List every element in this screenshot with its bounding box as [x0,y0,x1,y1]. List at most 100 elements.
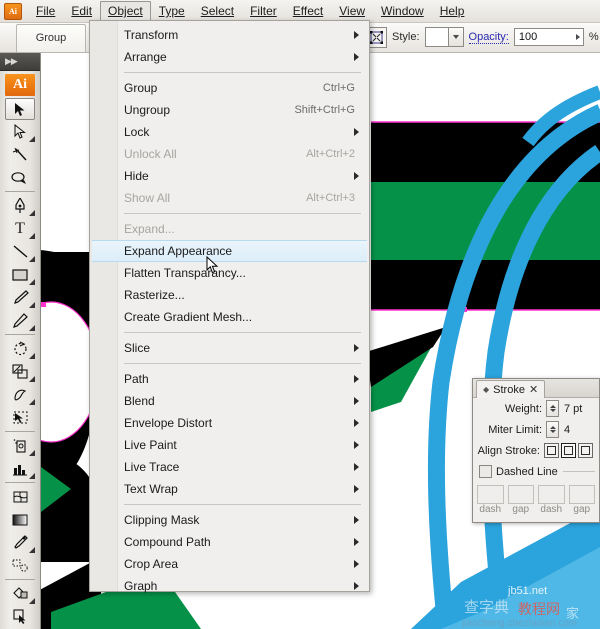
style-dropdown-button[interactable] [448,27,464,47]
tools-panel[interactable]: ▶▶ Ai T [0,52,41,629]
selection-type-tab[interactable]: Group [16,24,86,52]
menu-item-graph[interactable]: Graph [90,575,369,597]
opacity-stepper-icon[interactable] [575,34,580,40]
menu-item-expand-appearance[interactable]: Expand Appearance [92,240,367,262]
object-dropdown-menu[interactable]: Transform Arrange Group Ctrl+G Ungroup Shift+… [89,20,370,593]
menu-item-slice[interactable]: Slice [90,337,369,359]
paintbrush-tool[interactable] [3,286,37,309]
toolbar-divider [5,431,35,432]
panel-options-diamond-icon[interactable]: ◆ [483,385,489,394]
blend-tool[interactable] [3,554,37,577]
weight-stepper[interactable] [546,400,559,417]
live-paint-bucket-tool[interactable] [3,582,37,605]
style-swatch[interactable] [424,27,449,47]
dash-input-1[interactable] [507,485,534,504]
menu-item-transform[interactable]: Transform [90,24,369,46]
miter-value[interactable]: 4 [559,424,570,436]
submenu-chevron-right-icon [354,53,359,61]
menu-effect[interactable]: Effect [285,1,331,21]
menu-item-live-paint[interactable]: Live Paint [90,434,369,456]
tool-expand-corner-icon[interactable] [29,136,35,142]
line-segment-tool[interactable] [3,240,37,263]
weight-value[interactable]: 7 pt [559,403,582,415]
tool-expand-corner-icon[interactable] [29,325,35,331]
menu-item-compound-path[interactable]: Compound Path [90,531,369,553]
menu-item-rasterize[interactable]: Rasterize... [90,284,369,306]
menu-item-clipping-mask[interactable]: Clipping Mask [90,509,369,531]
mesh-tool[interactable] [3,485,37,508]
column-graph-tool[interactable] [3,457,37,480]
scale-tool[interactable] [3,360,37,383]
tool-expand-corner-icon[interactable] [29,353,35,359]
type-tool[interactable]: T [3,217,37,240]
tool-expand-corner-icon[interactable] [29,547,35,553]
stroke-panel[interactable]: ◆ Stroke ✕ Weight: 7 pt Miter Limit: 4 Align St… [472,378,600,523]
warp-tool[interactable] [3,383,37,406]
opacity-input[interactable]: 100 [513,28,584,46]
free-transform-tool[interactable] [3,406,37,429]
magic-wand-tool[interactable] [3,143,37,166]
opacity-label[interactable]: Opacity: [468,31,509,44]
dash-input-3[interactable] [568,485,595,504]
menu-file[interactable]: File [28,1,63,21]
stroke-panel-tabbar: ◆ Stroke ✕ [473,379,599,398]
menu-item-hide[interactable]: Hide [90,165,369,187]
menu-item-group[interactable]: Group Ctrl+G [90,77,369,99]
menu-item-crop-area[interactable]: Crop Area [90,553,369,575]
menu-item-blend[interactable]: Blend [90,390,369,412]
menu-edit[interactable]: Edit [63,1,100,21]
stroke-panel-tab[interactable]: ◆ Stroke ✕ [476,380,546,398]
tool-expand-corner-icon[interactable] [29,279,35,285]
tool-expand-corner-icon[interactable] [29,399,35,405]
rotate-tool[interactable] [3,337,37,360]
rectangle-tool[interactable] [3,263,37,286]
tools-panel-header[interactable]: ▶▶ [0,52,40,71]
menu-item-create-gradient-mesh[interactable]: Create Gradient Mesh... [90,306,369,328]
double-chevron-right-icon[interactable]: ▶▶ [5,56,18,67]
dash-input-2[interactable] [538,485,565,504]
tool-expand-corner-icon[interactable] [29,233,35,239]
menu-window[interactable]: Window [373,1,432,21]
symbol-sprayer-tool[interactable] [3,434,37,457]
direct-selection-tool[interactable] [3,120,37,143]
pencil-tool[interactable] [3,309,37,332]
tool-expand-corner-icon[interactable] [29,598,35,604]
align-stroke-inside-button[interactable] [561,443,576,458]
menu-filter[interactable]: Filter [242,1,285,21]
menu-select[interactable]: Select [193,1,242,21]
menu-help[interactable]: Help [432,1,473,21]
menu-item-text-wrap[interactable]: Text Wrap [90,478,369,500]
menu-item-ungroup[interactable]: Ungroup Shift+Ctrl+G [90,99,369,121]
eyedropper-tool[interactable] [3,531,37,554]
artwork-black-band-bottom [371,260,600,310]
menu-item-lock[interactable]: Lock [90,121,369,143]
menu-type[interactable]: Type [151,1,193,21]
menu-item-label: Flatten Transparancy... [124,266,246,280]
miter-stepper[interactable] [546,421,559,438]
selection-tool[interactable] [5,98,35,120]
tool-expand-corner-icon[interactable] [29,450,35,456]
lasso-tool[interactable] [3,166,37,189]
pen-tool[interactable] [3,194,37,217]
tool-expand-corner-icon[interactable] [29,256,35,262]
tool-expand-corner-icon[interactable] [29,210,35,216]
close-x-icon[interactable]: ✕ [529,383,538,396]
live-paint-selection-tool[interactable] [3,605,37,628]
gradient-tool[interactable] [3,508,37,531]
align-stroke-outside-button[interactable] [578,443,593,458]
menu-item-live-trace[interactable]: Live Trace [90,456,369,478]
menu-item-envelope-distort[interactable]: Envelope Distort [90,412,369,434]
dash-input-0[interactable] [477,485,504,504]
tool-expand-corner-icon[interactable] [29,376,35,382]
menu-view[interactable]: View [331,1,373,21]
dashed-line-checkbox[interactable] [479,465,492,478]
menu-item-arrange[interactable]: Arrange [90,46,369,68]
align-stroke-center-button[interactable] [544,443,559,458]
menu-item-flatten-transparancy[interactable]: Flatten Transparancy... [90,262,369,284]
menu-object[interactable]: Object [100,1,151,21]
menu-separator [124,504,361,505]
tool-expand-corner-icon[interactable] [29,302,35,308]
opacity-value: 100 [518,30,538,43]
menu-item-path[interactable]: Path [90,368,369,390]
tool-expand-corner-icon[interactable] [29,473,35,479]
